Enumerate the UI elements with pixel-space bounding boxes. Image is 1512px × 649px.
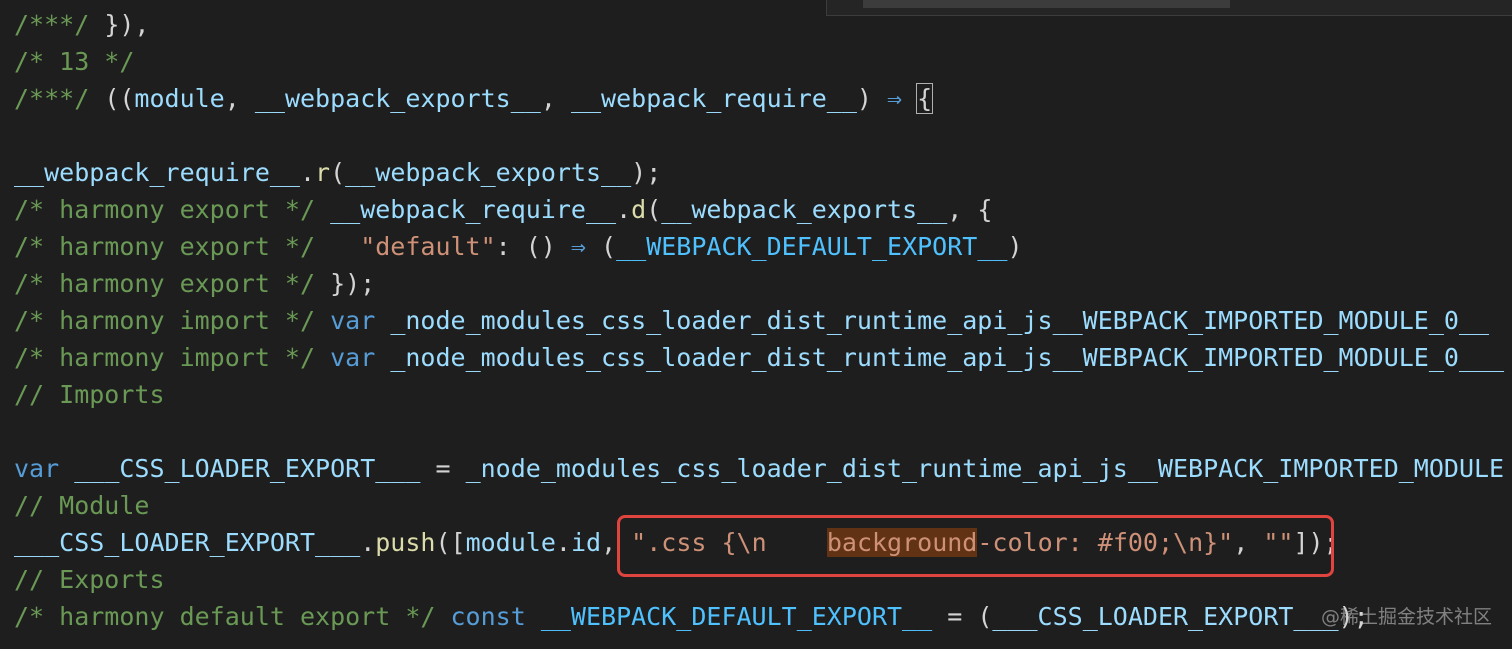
code-token: ([	[435, 528, 466, 557]
code-token: ⇒	[570, 232, 586, 261]
code-line-13[interactable]: var ___CSS_LOADER_EXPORT___ = _node_modu…	[14, 450, 1504, 487]
code-token: = (	[932, 602, 993, 631]
code-token: push	[375, 528, 436, 557]
code-token: var	[14, 454, 60, 483]
code-line-8[interactable]: /* harmony export */ });	[14, 265, 375, 302]
code-token: .	[299, 158, 316, 187]
code-line-7[interactable]: /* harmony export */ "default": () ⇒ (__…	[14, 228, 1023, 265]
code-token: (	[646, 195, 662, 224]
code-token: id	[570, 528, 602, 557]
find-widget	[826, 0, 1512, 16]
code-line-14[interactable]: // Module	[14, 487, 149, 524]
code-token: __WEBPACK_DEFAULT_EXPORT__	[616, 232, 1008, 261]
code-line-16[interactable]: // Exports	[14, 561, 165, 598]
code-token: (	[585, 232, 617, 261]
code-token: ,	[540, 84, 571, 113]
code-token: "default"	[360, 232, 496, 261]
code-token: , {	[947, 195, 993, 224]
code-token: /* harmony export */	[14, 232, 316, 261]
code-token: /* harmony export */	[14, 195, 316, 224]
code-line-2[interactable]: /* 13 */	[14, 43, 134, 80]
watermark: @稀土掘金技术社区	[1320, 606, 1492, 628]
code-token: ___CSS_LOADER_EXPORT___	[992, 602, 1339, 631]
code-token: /* harmony import */	[14, 343, 316, 372]
code-line-9[interactable]: /* harmony import */ var _node_modules_c…	[14, 302, 1489, 339]
code-token: __WEBPACK_DEFAULT_EXPORT__	[540, 602, 933, 631]
code-token: module	[465, 528, 556, 557]
code-line-6[interactable]: /* harmony export */ __webpack_require__…	[14, 191, 992, 228]
code-token: /***/	[14, 84, 90, 113]
code-token: ((	[89, 84, 135, 113]
code-line-10[interactable]: /* harmony import */ var _node_modules_c…	[14, 339, 1504, 376]
code-token: /* harmony default export */	[14, 602, 436, 631]
code-token: )	[1007, 232, 1023, 261]
code-token: _node_modules_css_loader_dist_runtime_ap…	[465, 454, 1505, 483]
code-token: : ()	[495, 232, 571, 261]
code-token: ___CSS_LOADER_EXPORT___	[74, 454, 421, 483]
code-token: )	[856, 84, 888, 113]
code-token: }),	[89, 10, 150, 39]
code-token: (	[330, 158, 346, 187]
code-token: .	[360, 528, 376, 557]
code-token: /* 13 */	[14, 47, 135, 76]
code-token: // Exports	[14, 565, 165, 594]
code-token: // Module	[14, 491, 150, 520]
code-token: });	[315, 269, 376, 298]
code-token: __webpack_exports__	[661, 195, 948, 224]
code-token: r	[315, 158, 331, 187]
code-token: ,	[224, 84, 255, 113]
bracket-match: {	[916, 83, 934, 114]
code-token: ___CSS_LOADER_EXPORT___	[14, 528, 361, 557]
code-token: .	[616, 195, 632, 224]
code-token: __webpack_exports__	[345, 158, 632, 187]
code-token: ⇒	[887, 84, 903, 113]
code-line-17[interactable]: /* harmony default export */ const __WEB…	[14, 598, 1369, 635]
code-token: const	[450, 602, 526, 631]
code-token: );	[631, 158, 662, 187]
code-line-5[interactable]: __webpack_require__.r(__webpack_exports_…	[14, 154, 661, 191]
code-token: __webpack_require__	[570, 84, 857, 113]
code-editor[interactable]: /***/ }),/* 13 *//***/ ((module, __webpa…	[0, 0, 1512, 649]
code-line-1[interactable]: /***/ }),	[14, 6, 149, 43]
code-token: __webpack_exports__	[254, 84, 541, 113]
find-input[interactable]	[863, 0, 1230, 8]
code-line-3[interactable]: /***/ ((module, __webpack_exports__, __w…	[14, 80, 934, 117]
code-token: __webpack_require__	[14, 158, 300, 187]
code-token: var	[330, 343, 376, 372]
highlight-annotation-box	[617, 515, 1334, 577]
code-token: /***/	[14, 10, 90, 39]
code-token: module	[134, 84, 225, 113]
code-token: // Imports	[14, 380, 165, 409]
code-token: /* harmony import */	[14, 306, 316, 335]
code-token: var	[330, 306, 376, 335]
code-token: /* harmony export */	[14, 269, 316, 298]
code-line-11[interactable]: // Imports	[14, 376, 165, 413]
code-token: _node_modules_css_loader_dist_runtime_ap…	[390, 343, 1505, 372]
code-token: d	[631, 195, 647, 224]
code-token: _node_modules_css_loader_dist_runtime_ap…	[390, 306, 1490, 335]
code-token: .	[555, 528, 571, 557]
code-token: __webpack_require__	[330, 195, 617, 224]
code-token: =	[420, 454, 466, 483]
